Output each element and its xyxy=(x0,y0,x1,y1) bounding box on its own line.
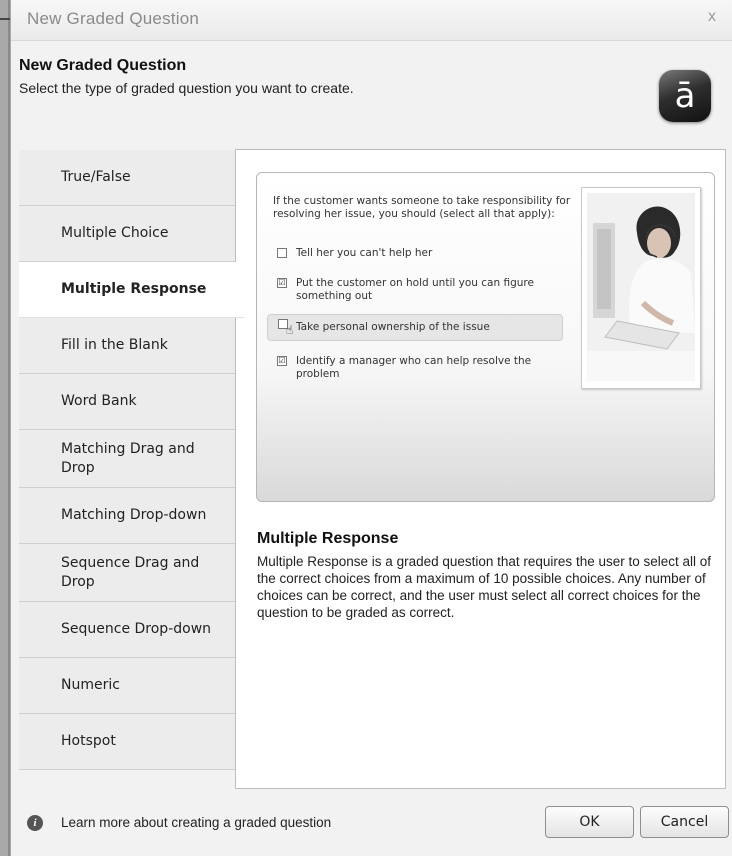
new-graded-question-dialog: New Graded Question x New Graded Questio… xyxy=(11,0,732,856)
ok-button[interactable]: OK xyxy=(545,806,634,838)
question-type-multiple-response[interactable]: Multiple Response xyxy=(19,262,244,318)
preview-choice-label: Identify a manager who can help resolve … xyxy=(296,355,532,380)
preview-photo-frame xyxy=(581,187,701,389)
question-type-fill-in-the-blank[interactable]: Fill in the Blank xyxy=(19,318,236,374)
checkbox-icon xyxy=(277,248,287,258)
question-type-true-false[interactable]: True/False xyxy=(19,150,236,206)
preview-choice: Tell her you can't help her xyxy=(273,247,563,260)
preview-choice-label: Put the customer on hold until you can f… xyxy=(296,277,534,302)
question-type-matching-drop-down[interactable]: Matching Drop-down xyxy=(19,488,236,544)
question-type-word-bank[interactable]: Word Bank xyxy=(19,374,236,430)
question-type-label: Sequence Drag and Drop xyxy=(61,554,200,590)
question-type-label: Sequence Drop-down xyxy=(61,621,212,637)
cancel-button[interactable]: Cancel xyxy=(640,806,729,838)
description-title: Multiple Response xyxy=(257,530,399,547)
question-type-label: Hotspot xyxy=(61,733,116,749)
question-preview: If the customer wants someone to take re… xyxy=(256,172,715,502)
question-type-label: True/False xyxy=(61,169,131,185)
window-title: New Graded Question xyxy=(27,9,199,28)
learn-more-link[interactable]: Learn more about creating a graded quest… xyxy=(61,815,331,830)
preview-choice-highlighted: ☝ Take personal ownership of the issue xyxy=(267,314,563,341)
question-type-sequence-drag-and-drop[interactable]: Sequence Drag and Drop xyxy=(19,544,236,602)
question-type-matching-drag-and-drop[interactable]: Matching Drag and Drop xyxy=(19,430,236,488)
woman-with-headset-image xyxy=(587,193,695,381)
app-logo-icon: ā xyxy=(659,70,711,122)
question-type-label: Word Bank xyxy=(61,393,137,409)
dialog-subtitle: Select the type of graded question you w… xyxy=(19,80,354,96)
preview-choice-label: Take personal ownership of the issue xyxy=(296,321,490,333)
checkbox-checked-icon: ☑ xyxy=(277,278,287,288)
title-bar[interactable]: New Graded Question x xyxy=(11,0,732,41)
question-type-hotspot[interactable]: Hotspot xyxy=(19,714,236,770)
edge-mark xyxy=(0,18,10,20)
preview-choice-label: Tell her you can't help her xyxy=(296,247,433,259)
preview-choice: ☑ Put the customer on hold until you can… xyxy=(273,277,563,303)
window-edge xyxy=(0,0,11,856)
close-button[interactable]: x xyxy=(708,8,716,26)
question-type-multiple-choice[interactable]: Multiple Choice xyxy=(19,206,236,262)
question-type-label: Matching Drop-down xyxy=(61,507,207,523)
question-type-label: Multiple Response xyxy=(61,281,207,297)
question-type-numeric[interactable]: Numeric xyxy=(19,658,236,714)
hand-cursor-icon: ☝ xyxy=(286,323,294,337)
preview-question-text: If the customer wants someone to take re… xyxy=(273,195,571,220)
question-type-sequence-drop-down[interactable]: Sequence Drop-down xyxy=(19,602,236,658)
question-type-label: Numeric xyxy=(61,677,120,693)
preview-choice: ☑ Identify a manager who can help resolv… xyxy=(273,355,563,381)
question-type-label: Multiple Choice xyxy=(61,225,169,241)
question-type-label: Fill in the Blank xyxy=(61,337,168,353)
question-type-label: Matching Drag and Drop xyxy=(61,440,195,476)
info-icon: i xyxy=(27,815,43,831)
checkbox-checked-icon: ☑ xyxy=(277,356,287,366)
question-type-list: True/False Multiple Choice Multiple Resp… xyxy=(19,150,244,770)
description-body: Multiple Response is a graded question t… xyxy=(257,554,712,620)
dialog-heading: New Graded Question xyxy=(19,57,187,74)
